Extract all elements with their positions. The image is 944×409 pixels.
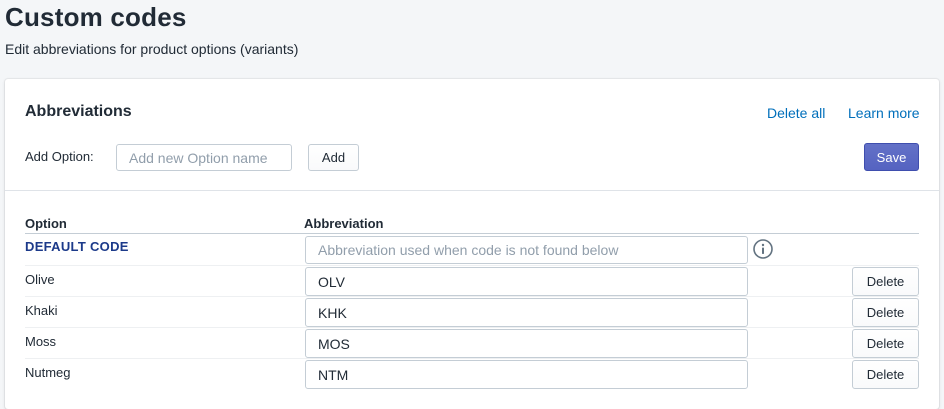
abbreviation-input[interactable]: [305, 360, 748, 389]
add-option-input[interactable]: [116, 144, 292, 171]
option-name: Olive: [25, 272, 55, 287]
option-name: Nutmeg: [25, 365, 71, 380]
delete-row-button[interactable]: Delete: [852, 267, 919, 296]
table-header-divider: [25, 233, 919, 234]
abbreviation-input[interactable]: [305, 298, 748, 327]
abbreviation-input[interactable]: [305, 329, 748, 358]
default-code-input[interactable]: [305, 236, 748, 264]
divider: [5, 190, 939, 191]
delete-row-button[interactable]: Delete: [852, 298, 919, 327]
card-title: Abbreviations: [25, 103, 132, 120]
delete-all-link[interactable]: Delete all: [767, 105, 825, 121]
option-name: Moss: [25, 334, 57, 349]
save-button[interactable]: Save: [864, 143, 919, 171]
delete-row-button[interactable]: Delete: [852, 329, 919, 358]
add-button[interactable]: Add: [308, 144, 359, 171]
page-subtitle: Edit abbreviations for product options (…: [5, 41, 299, 57]
learn-more-link[interactable]: Learn more: [848, 105, 920, 121]
page-title: Custom codes: [5, 2, 187, 32]
column-header-abbreviation: Abbreviation: [304, 216, 384, 231]
column-header-option: Option: [25, 216, 67, 231]
row-divider: [25, 296, 919, 297]
delete-row-button[interactable]: Delete: [852, 360, 919, 389]
row-divider: [25, 265, 919, 266]
option-name: Khaki: [25, 303, 58, 318]
default-code-label: DEFAULT CODE: [25, 239, 129, 254]
row-divider: [25, 327, 919, 328]
add-option-label: Add Option:: [25, 149, 94, 164]
info-icon[interactable]: [753, 239, 773, 259]
abbreviation-input[interactable]: [305, 267, 748, 296]
abbreviations-card: Abbreviations Delete all Learn more Add …: [5, 79, 939, 409]
row-divider: [25, 358, 919, 359]
